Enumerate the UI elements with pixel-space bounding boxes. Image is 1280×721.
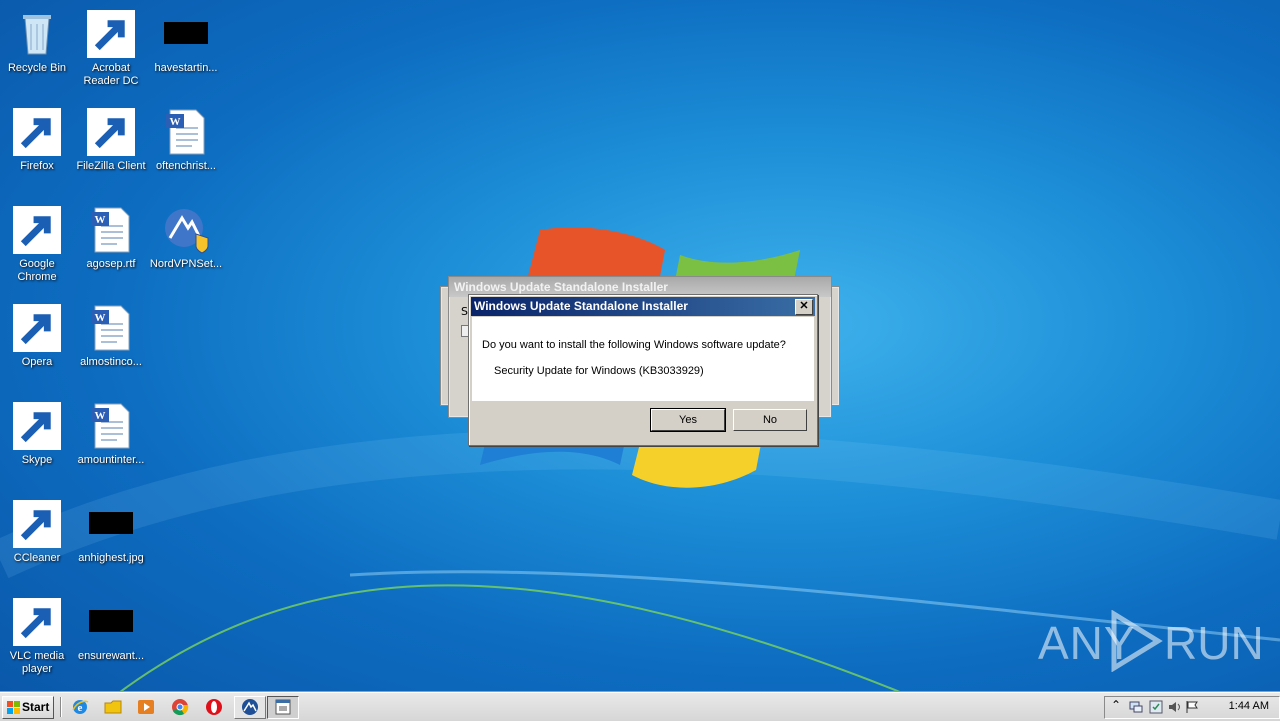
word-document-icon: W bbox=[162, 108, 210, 156]
icon-label: VLC media player bbox=[9, 650, 65, 675]
icon-label: Skype bbox=[21, 454, 53, 466]
installer-window-icon bbox=[275, 699, 291, 715]
folder-icon bbox=[104, 700, 122, 714]
desktop-icon-skype[interactable]: S Skype bbox=[0, 398, 74, 490]
acrobat-icon bbox=[87, 10, 135, 58]
show-hidden-icons-button[interactable]: ⌃ bbox=[1111, 698, 1121, 712]
clock[interactable]: 1:44 AM bbox=[1229, 700, 1269, 712]
desktop-icon-agosep[interactable]: W agosep.rtf bbox=[74, 202, 148, 294]
icon-label: amountinter... bbox=[77, 454, 145, 466]
desktop-icon-havestartin[interactable]: havestartin... bbox=[149, 6, 223, 98]
windows-flag-icon bbox=[7, 701, 20, 714]
taskbar-separator bbox=[60, 697, 61, 717]
icon-label: havestartin... bbox=[154, 62, 218, 74]
icon-label: Firefox bbox=[20, 160, 54, 172]
desktop-icon-opera[interactable]: Opera bbox=[0, 300, 74, 392]
dialog-body: Do you want to install the following Win… bbox=[472, 317, 814, 401]
desktop-icon-filezilla[interactable]: FZ FileZilla Client bbox=[74, 104, 148, 196]
network-icon[interactable] bbox=[1129, 700, 1143, 714]
watermark-right: RUN bbox=[1164, 617, 1264, 669]
yes-button[interactable]: Yes bbox=[650, 408, 726, 432]
icon-label: NordVPNSet... bbox=[149, 258, 223, 270]
ccleaner-icon bbox=[13, 500, 61, 548]
svg-text:W: W bbox=[170, 116, 181, 128]
icon-label: Recycle Bin bbox=[7, 62, 67, 74]
media-player-icon bbox=[138, 700, 154, 714]
taskbar-file-explorer[interactable] bbox=[104, 698, 122, 716]
redacted-thumbnail bbox=[89, 512, 133, 534]
dialog-question: Do you want to install the following Win… bbox=[482, 339, 786, 351]
redacted-thumbnail bbox=[89, 610, 133, 632]
taskbar-media-player[interactable] bbox=[137, 698, 155, 716]
desktop-icon-ensurewant[interactable]: ensurewant... bbox=[74, 594, 148, 686]
desktop-icon-ccleaner[interactable]: CCleaner bbox=[0, 496, 74, 588]
desktop-icon-firefox[interactable]: Firefox bbox=[0, 104, 74, 196]
close-icon: ✕ bbox=[799, 300, 809, 312]
install-update-dialog: Windows Update Standalone Installer ✕ Do… bbox=[468, 294, 818, 446]
dialog-title: Windows Update Standalone Installer bbox=[474, 299, 688, 313]
svg-text:W: W bbox=[95, 214, 106, 226]
icon-label: Google Chrome bbox=[17, 258, 57, 283]
opera-icon bbox=[206, 699, 222, 715]
desktop-icon-recycle-bin[interactable]: Recycle Bin bbox=[0, 6, 74, 98]
close-button[interactable]: ✕ bbox=[795, 299, 813, 315]
svg-text:W: W bbox=[95, 312, 106, 324]
firefox-icon bbox=[13, 108, 61, 156]
skype-icon: S bbox=[13, 402, 61, 450]
icon-label: almostinco... bbox=[80, 356, 142, 368]
word-document-icon: W bbox=[87, 402, 135, 450]
nordvpn-installer-icon bbox=[162, 206, 210, 254]
background-window-text: S bbox=[461, 305, 468, 318]
internet-explorer-icon: e bbox=[72, 700, 89, 714]
word-document-icon: W bbox=[87, 206, 135, 254]
flag-icon[interactable] bbox=[1185, 700, 1199, 714]
redacted-thumbnail bbox=[164, 22, 208, 44]
desktop-icon-chrome[interactable]: Google Chrome bbox=[0, 202, 74, 294]
recycle-bin-icon bbox=[13, 10, 61, 58]
taskbar-update-installer[interactable] bbox=[267, 696, 299, 719]
start-label: Start bbox=[22, 700, 50, 714]
taskbar-internet-explorer[interactable]: e bbox=[71, 698, 89, 716]
desktop-icon-acrobat[interactable]: Acrobat Reader DC bbox=[74, 6, 148, 98]
desktop-icon-vlc[interactable]: VLC media player bbox=[0, 594, 74, 686]
play-icon bbox=[1111, 610, 1163, 672]
start-button[interactable]: Start bbox=[2, 696, 54, 719]
taskbar-nordvpn[interactable] bbox=[234, 696, 266, 719]
desktop-icon-amountinter[interactable]: W amountinter... bbox=[74, 398, 148, 490]
chrome-icon bbox=[13, 206, 61, 254]
image-file-icon bbox=[87, 500, 135, 548]
update-name: Security Update for Windows (KB3033929) bbox=[494, 365, 704, 377]
taskbar-opera[interactable] bbox=[205, 698, 223, 716]
svg-text:W: W bbox=[95, 410, 106, 422]
icon-label: oftenchrist... bbox=[156, 160, 216, 172]
opera-icon bbox=[13, 304, 61, 352]
anyrun-watermark: ANY RUN bbox=[1038, 610, 1264, 672]
icon-label: anhighest.jpg bbox=[78, 552, 144, 564]
desktop-icon-oftenchrist[interactable]: W oftenchrist... bbox=[149, 104, 223, 196]
nordvpn-icon bbox=[242, 699, 258, 715]
desktop-icon-nordvpn[interactable]: NordVPNSet... bbox=[149, 202, 223, 294]
icon-label: Opera bbox=[21, 356, 53, 368]
icon-label: FileZilla Client bbox=[76, 160, 146, 172]
icon-label: CCleaner bbox=[13, 552, 61, 564]
filezilla-icon: FZ bbox=[87, 108, 135, 156]
taskbar-chrome[interactable] bbox=[171, 698, 189, 716]
desktop-icon-almostinco[interactable]: W almostinco... bbox=[74, 300, 148, 392]
file-icon bbox=[87, 598, 135, 646]
dialog-titlebar[interactable]: Windows Update Standalone Installer ✕ bbox=[471, 297, 815, 316]
icon-label: ensurewant... bbox=[77, 650, 145, 662]
icon-label: Acrobat Reader DC bbox=[83, 62, 139, 87]
chrome-icon bbox=[172, 699, 189, 716]
icon-label: agosep.rtf bbox=[86, 258, 136, 270]
word-document-icon: W bbox=[87, 304, 135, 352]
vlc-icon bbox=[13, 598, 61, 646]
taskbar: Start e ⌃ 1:44 AM bbox=[0, 692, 1280, 721]
action-center-icon[interactable] bbox=[1149, 700, 1163, 714]
system-tray: ⌃ 1:44 AM bbox=[1104, 696, 1280, 719]
volume-icon[interactable] bbox=[1167, 700, 1181, 714]
desktop-icon-anhighest[interactable]: anhighest.jpg bbox=[74, 496, 148, 588]
file-icon bbox=[162, 10, 210, 58]
no-button[interactable]: No bbox=[733, 409, 807, 431]
